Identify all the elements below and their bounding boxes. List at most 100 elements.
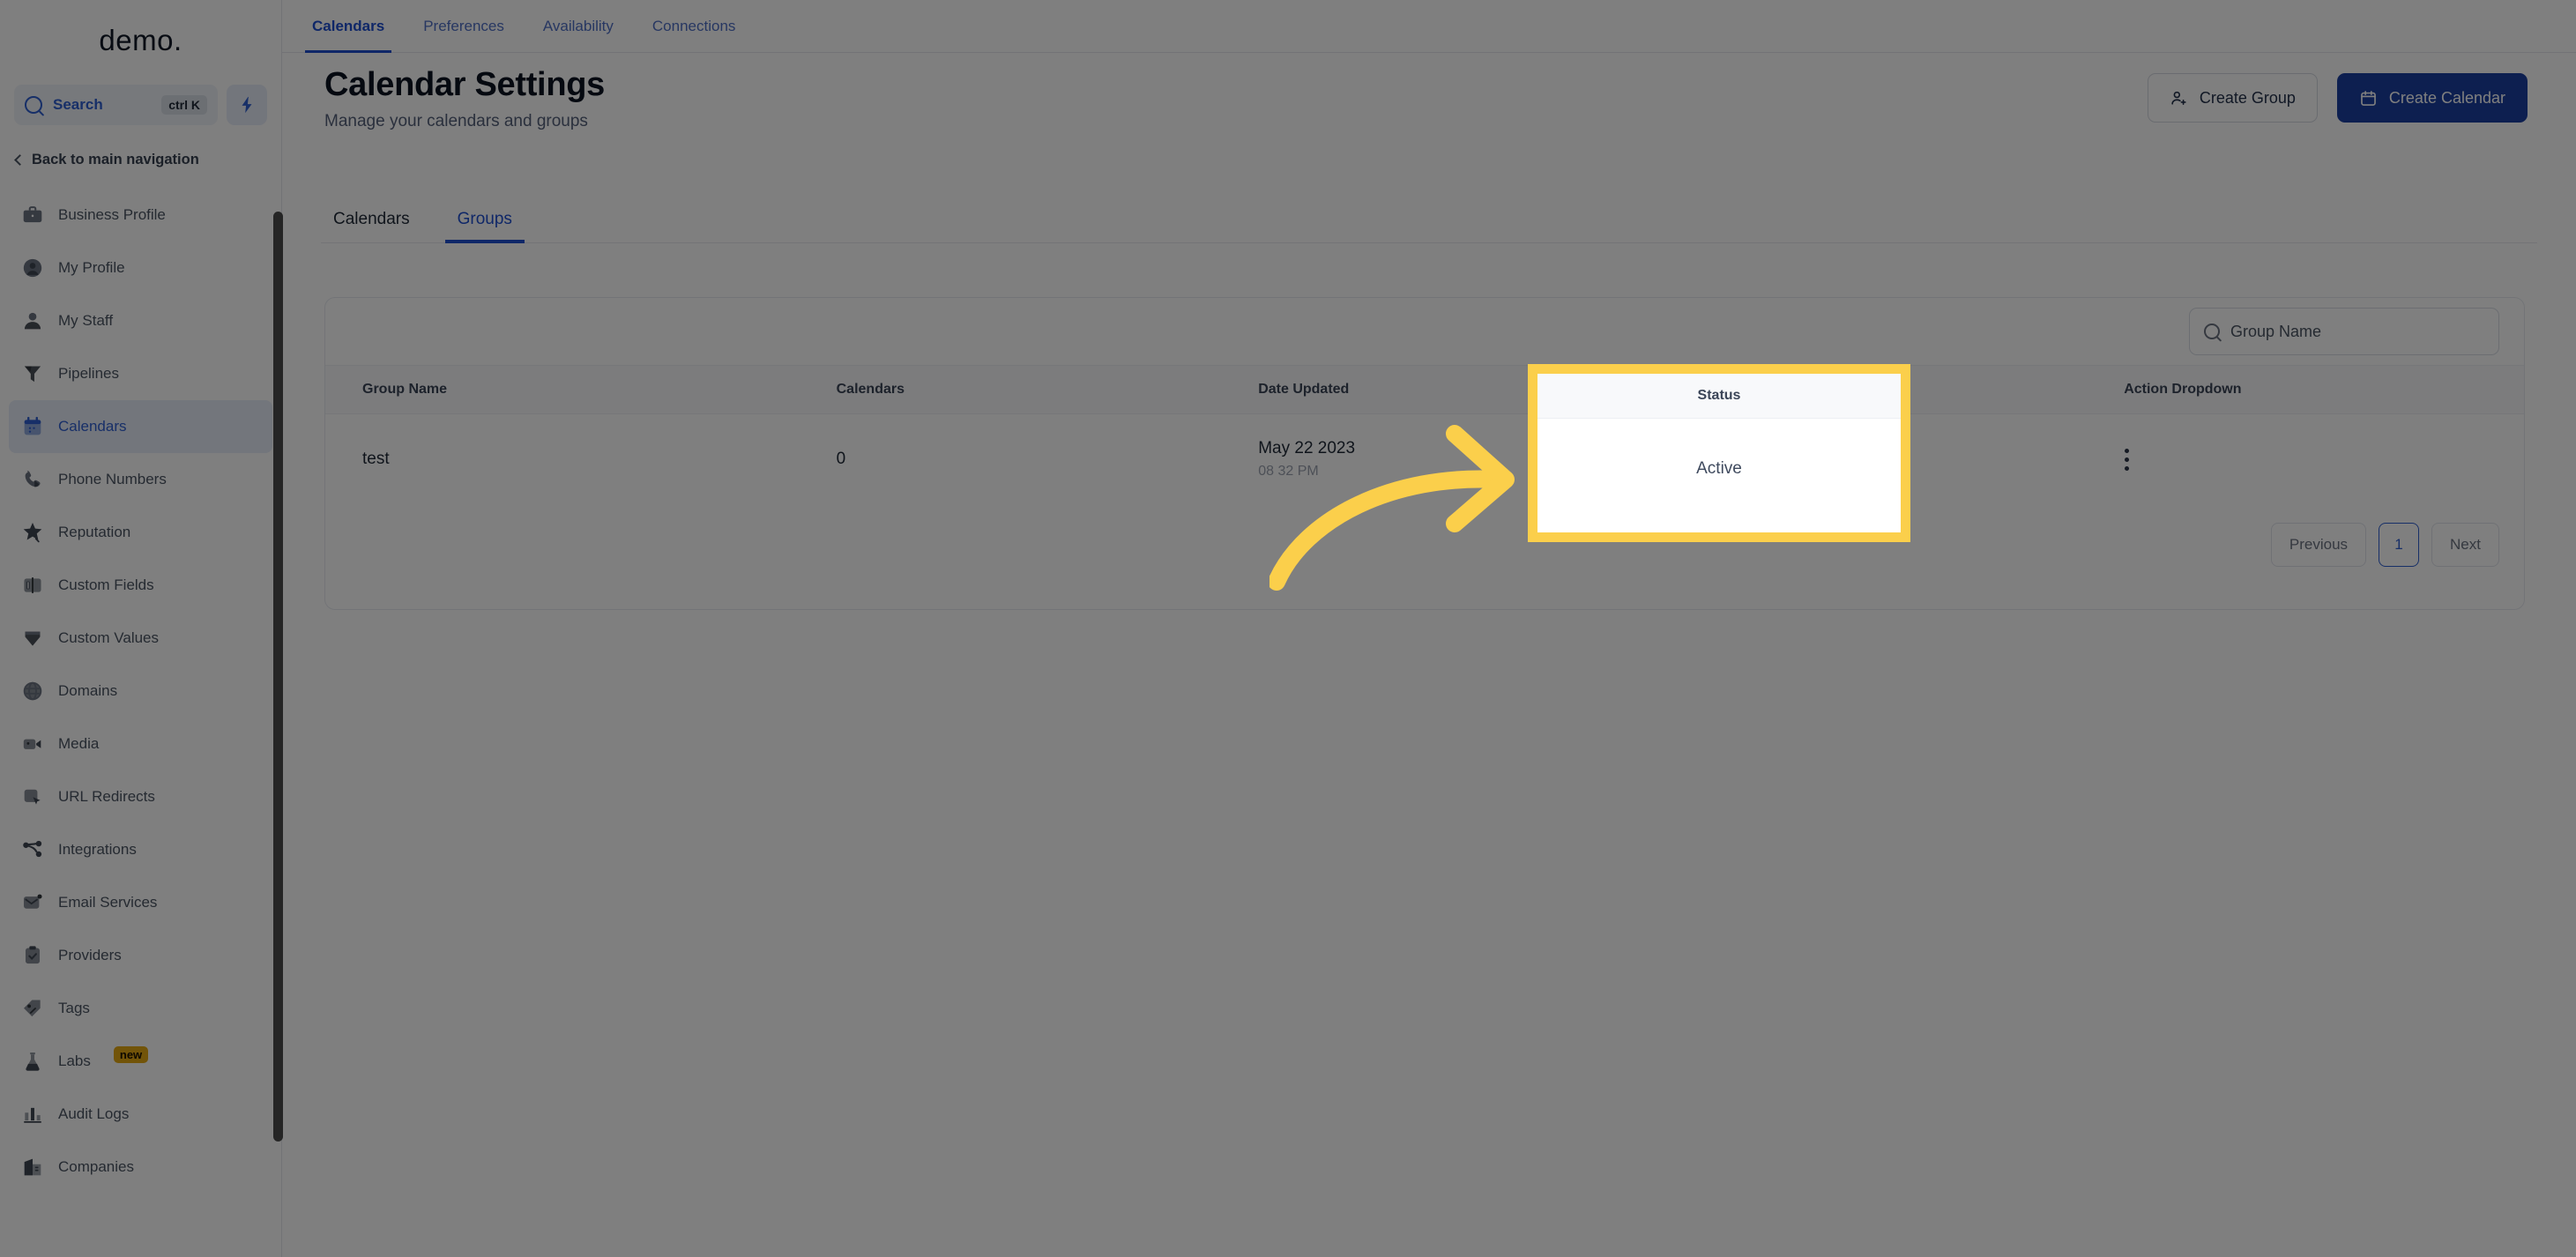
groups-card: Group Name Group Name Calendars Date Upd… [324, 297, 2525, 610]
search-shortcut-badge: ctrl K [161, 95, 207, 115]
column-header-action-dropdown[interactable]: Action Dropdown [2055, 365, 2524, 414]
sidebar-item-label: Audit Logs [58, 1105, 130, 1122]
back-to-main-navigation[interactable]: Back to main navigation [0, 136, 281, 183]
star-icon [21, 521, 44, 544]
sidebar-item-providers[interactable]: Providers [9, 929, 272, 982]
page-title: Calendar Settings [324, 66, 605, 103]
card-toolbar: Group Name [325, 298, 2524, 365]
tab-calendars[interactable]: Calendars [293, 0, 404, 53]
video-camera-icon [21, 733, 44, 755]
create-group-button[interactable]: Create Group [2147, 73, 2318, 123]
sidebar-item-label: My Staff [58, 312, 114, 329]
sidebar-item-custom-fields[interactable]: Custom Fields [9, 559, 272, 612]
groups-table-body: test 0 May 22 2023 08 32 PM Active [325, 414, 2524, 505]
sidebar-item-pipelines[interactable]: Pipelines [9, 347, 272, 400]
sidebar-item-phone-numbers[interactable]: Phone Numbers [9, 453, 272, 506]
search-icon [25, 96, 42, 114]
table-header-row: Group Name Calendars Date Updated Status… [325, 365, 2524, 414]
pagination-next-button[interactable]: Next [2431, 523, 2499, 567]
lightning-bolt-icon[interactable] [227, 85, 267, 125]
envelope-icon [21, 891, 44, 914]
sidebar-item-label: Labs [58, 1052, 91, 1069]
column-header-group-name[interactable]: Group Name [325, 365, 837, 414]
sidebar-item-labs[interactable]: Labs new [9, 1035, 272, 1088]
sidebar-item-label: Email Services [58, 894, 158, 911]
cursor-click-icon [21, 785, 44, 808]
highlight-status-value: Active [1537, 419, 1901, 532]
group-search-placeholder: Group Name [2230, 322, 2322, 340]
sidebar-item-label: Business Profile [58, 206, 166, 223]
tab-connections[interactable]: Connections [633, 0, 756, 53]
top-tabs: Calendars Preferences Availability Connecti… [282, 0, 2576, 53]
flask-icon [21, 1050, 44, 1073]
content-area: Group Name Group Name Calendars Date Upd… [282, 243, 2576, 652]
search-icon [2204, 324, 2220, 339]
create-group-label: Create Group [2199, 88, 2296, 107]
sub-tabs: Calendars Groups [282, 177, 2576, 243]
sidebar-item-domains[interactable]: Domains [9, 665, 272, 718]
sidebar-item-integrations[interactable]: Integrations [9, 823, 272, 876]
nodes-icon [21, 838, 44, 861]
subtab-groups[interactable]: Groups [444, 210, 525, 243]
user-plus-icon [2171, 91, 2186, 105]
subtab-calendars[interactable]: Calendars [321, 210, 422, 243]
sidebar-item-custom-values[interactable]: Custom Values [9, 612, 272, 665]
sidebar-item-reputation[interactable]: Reputation [9, 506, 272, 559]
create-calendar-button[interactable]: Create Calendar [2336, 73, 2528, 123]
sidebar-item-email-services[interactable]: Email Services [9, 876, 272, 929]
sidebar-item-label: Custom Fields [58, 576, 154, 593]
sidebar-item-label: Phone Numbers [58, 471, 167, 487]
sidebar-item-label: Tags [58, 1000, 90, 1016]
sidebar-item-companies[interactable]: Companies [9, 1141, 272, 1194]
sidebar-item-my-staff[interactable]: My Staff [9, 294, 272, 347]
sidebar-item-label: Custom Values [58, 629, 160, 646]
table-row[interactable]: test 0 May 22 2023 08 32 PM Active [325, 414, 2524, 505]
sidebar-item-media[interactable]: Media [9, 718, 272, 770]
sidebar-scrollbar[interactable] [273, 212, 283, 1142]
group-name-search-input[interactable]: Group Name [2189, 308, 2499, 355]
pagination-previous-button[interactable]: Previous [2270, 523, 2367, 567]
tab-availability[interactable]: Availability [524, 0, 633, 53]
column-header-calendars[interactable]: Calendars [836, 365, 1259, 414]
clipboard-check-icon [21, 944, 44, 967]
sidebar-nav-list: Business Profile My Profile My Staff Pipeli… [0, 189, 281, 1194]
search-input[interactable]: Search ctrl K [14, 85, 218, 125]
cell-calendars-count: 0 [836, 450, 846, 468]
sidebar-item-label: Providers [58, 947, 122, 963]
sidebar-item-audit-logs[interactable]: Audit Logs [9, 1088, 272, 1141]
sidebar-item-label: Integrations [58, 841, 137, 858]
phone-icon [21, 468, 44, 491]
sidebar-search-row: Search ctrl K [0, 85, 281, 125]
sidebar-item-label: Media [58, 735, 100, 752]
back-nav-label: Back to main navigation [32, 151, 199, 167]
tab-preferences[interactable]: Preferences [404, 0, 524, 53]
page-header-text: Calendar Settings Manage your calendars … [324, 66, 605, 131]
page-header: Calendar Settings Manage your calendars … [282, 54, 2576, 177]
gem-icon [21, 627, 44, 650]
pagination-page-1-button[interactable]: 1 [2379, 523, 2420, 567]
sidebar-item-badge: new [113, 1045, 149, 1063]
field-icon [21, 574, 44, 597]
groups-table-head: Group Name Calendars Date Updated Status… [325, 365, 2524, 414]
brand-logo-text: demo. [99, 24, 182, 56]
tag-icon [21, 997, 44, 1020]
user-circle-icon [21, 257, 44, 279]
sidebar-item-label: URL Redirects [58, 788, 155, 805]
sidebar-item-url-redirects[interactable]: URL Redirects [9, 770, 272, 823]
groups-table: Group Name Calendars Date Updated Status… [325, 365, 2524, 504]
brand-logo: demo. [0, 0, 281, 81]
sidebar-item-label: Domains [58, 682, 118, 699]
sidebar-item-business-profile[interactable]: Business Profile [9, 189, 272, 242]
briefcase-icon [21, 204, 44, 227]
bar-chart-icon [21, 1103, 44, 1126]
sidebar-item-label: Reputation [58, 524, 131, 540]
kebab-menu-icon[interactable] [2124, 448, 2129, 471]
sidebar-item-tags[interactable]: Tags [9, 982, 272, 1035]
sidebar-item-label: Companies [58, 1158, 134, 1175]
pagination: Previous 1 Next [325, 504, 2524, 585]
sidebar-item-my-profile[interactable]: My Profile [9, 242, 272, 294]
chevron-left-icon [14, 153, 26, 166]
app-root: demo. Search ctrl K Back to main navigat… [0, 0, 2576, 1257]
cell-group-name: test [362, 450, 390, 468]
sidebar-item-calendars[interactable]: Calendars [9, 400, 272, 453]
